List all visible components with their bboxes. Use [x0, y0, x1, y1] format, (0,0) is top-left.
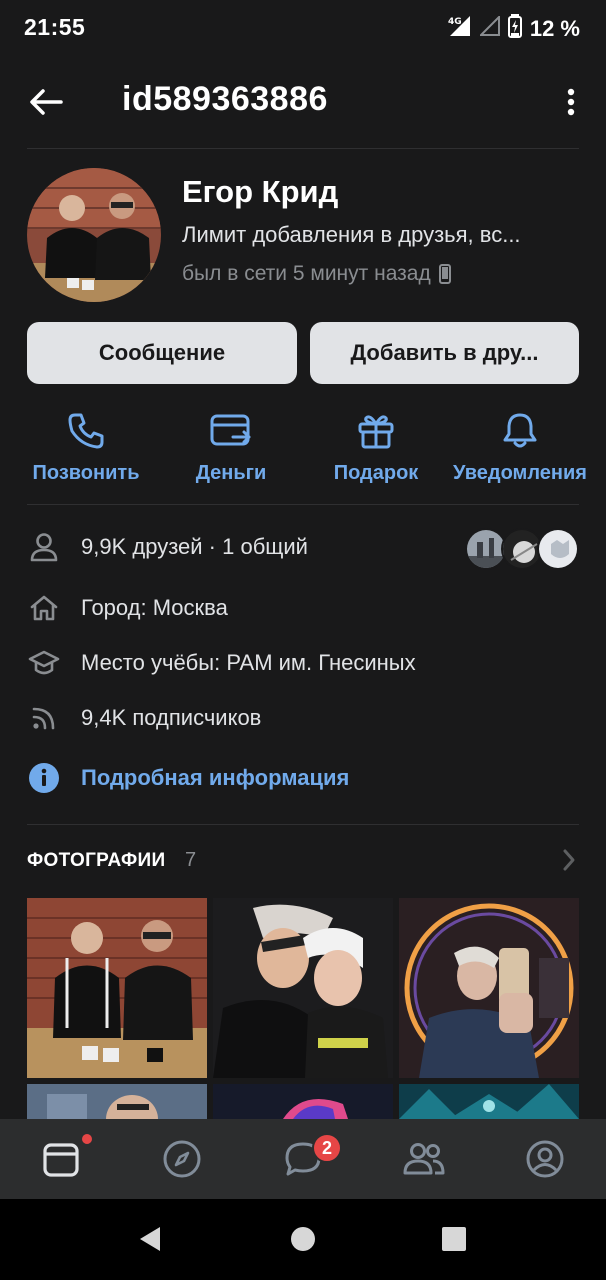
add-friend-button[interactable]: Добавить в дру... [310, 322, 579, 384]
online-text: был в сети 5 минут назад [182, 262, 431, 285]
friend-avatar [537, 528, 579, 570]
system-back-button[interactable] [120, 1213, 180, 1265]
action-label: Деньги [195, 462, 267, 484]
battery-icon [507, 14, 522, 44]
home-icon [27, 591, 61, 625]
battery-level: 12 % [529, 16, 580, 41]
rss-icon [27, 701, 61, 735]
photos-count: 7 [185, 849, 197, 871]
system-recents-button[interactable] [424, 1213, 484, 1265]
photo-thumbnail[interactable] [213, 898, 393, 1078]
more-vertical-icon [567, 88, 575, 116]
photo-thumbnail[interactable] [399, 898, 579, 1078]
city-row: Город: Москва [27, 586, 579, 630]
system-navigation-bar [0, 1199, 606, 1280]
profile-avatar[interactable] [27, 168, 161, 302]
followers-row[interactable]: 9,4K подписчиков [27, 696, 579, 740]
education-text: Место учёбы: РАМ им. Гнесиных [81, 650, 416, 675]
signal-icon: 4G [448, 15, 472, 43]
action-label: Подарок [333, 462, 419, 484]
more-options-button[interactable] [556, 80, 586, 124]
details-link: Подробная информация [81, 765, 350, 790]
tab-friends[interactable] [363, 1119, 484, 1199]
education-row: Место учёбы: РАМ им. Гнесиных [27, 641, 579, 685]
mutual-friends-avatars[interactable] [465, 528, 579, 570]
quick-actions: Позвонить Деньги Подарок Уведомления [0, 404, 606, 496]
phone-icon [438, 264, 451, 284]
profile-name: Егор Крид [182, 174, 339, 209]
tab-messages[interactable]: 2 [242, 1119, 363, 1199]
photo-thumbnail[interactable] [27, 1084, 207, 1119]
messages-badge: 2 [312, 1133, 342, 1163]
signal-empty-icon [478, 14, 500, 42]
profile-status[interactable]: Лимит добавления в друзья, вс... [182, 222, 578, 248]
info-icon [27, 761, 61, 795]
money-transfer-icon [209, 406, 253, 456]
circle-home-icon [291, 1227, 315, 1251]
gift-icon [356, 406, 396, 456]
tab-profile[interactable] [484, 1119, 605, 1199]
status-time: 21:55 [24, 14, 86, 40]
compass-icon [163, 1140, 200, 1178]
money-action[interactable]: Деньги [156, 404, 306, 496]
top-bar: id589363886 [0, 56, 606, 148]
arrow-left-icon [30, 89, 63, 115]
online-status: был в сети 5 минут назад [182, 262, 451, 286]
square-recents-icon [442, 1227, 466, 1251]
friends-count: 9,9K друзей · 1 общий [81, 534, 308, 559]
user-icon [27, 530, 61, 564]
status-indicators: 4G 12 % [448, 14, 580, 44]
phone-call-icon [66, 406, 106, 456]
photo-thumbnail[interactable] [399, 1084, 579, 1119]
photos-arrow-button[interactable] [562, 848, 576, 877]
feed-icon [42, 1143, 79, 1177]
bell-icon [500, 406, 540, 456]
action-label: Уведомления [453, 462, 587, 484]
notifications-action[interactable]: Уведомления [445, 404, 595, 496]
bottom-tab-bar: 2 [0, 1119, 606, 1199]
chevron-right-icon [563, 849, 575, 871]
page-title: id589363886 [122, 80, 328, 118]
header-divider [27, 148, 579, 149]
tab-feed[interactable] [0, 1119, 121, 1199]
info-divider [27, 824, 579, 825]
network-type-label: 4G [448, 17, 462, 27]
feed-notification-dot [82, 1134, 92, 1144]
actions-divider [27, 504, 579, 505]
details-row[interactable]: Подробная информация [27, 756, 579, 800]
back-button[interactable] [22, 80, 70, 124]
system-home-button[interactable] [273, 1213, 333, 1265]
graduation-cap-icon [27, 646, 61, 680]
action-label: Позвонить [32, 462, 140, 484]
city-text: Город: Москва [81, 595, 228, 620]
followers-count: 9,4K подписчиков [81, 705, 262, 730]
profile-icon [526, 1140, 563, 1178]
gift-action[interactable]: Подарок [301, 404, 451, 496]
photo-thumbnail[interactable] [27, 898, 207, 1078]
friends-icon [403, 1143, 444, 1175]
photos-title[interactable]: ФОТОГРАФИИ [27, 850, 165, 872]
triangle-back-icon [140, 1227, 160, 1251]
photo-thumbnail[interactable] [213, 1084, 393, 1119]
call-action[interactable]: Позвонить [11, 404, 161, 496]
status-bar: 21:55 4G 12 % [0, 0, 606, 56]
message-button[interactable]: Сообщение [27, 322, 297, 384]
tab-discover[interactable] [121, 1119, 242, 1199]
